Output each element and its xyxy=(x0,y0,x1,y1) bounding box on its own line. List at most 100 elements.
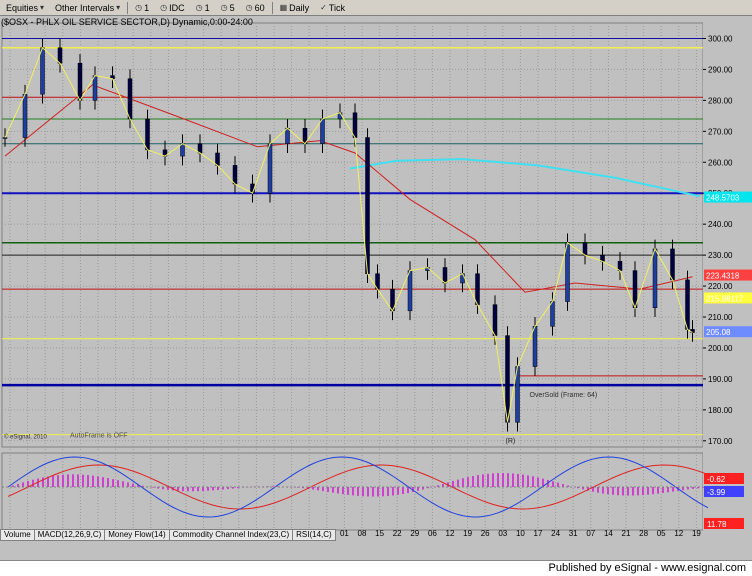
toolbar-item-label: 5 xyxy=(229,2,235,13)
price-tick-label: 260.00 xyxy=(708,158,733,167)
toolbar-separator xyxy=(271,1,273,14)
date-tick-label: 07 xyxy=(586,529,595,538)
toolbar-separator xyxy=(127,1,129,14)
indicator-value-label: 11.78 xyxy=(707,520,727,529)
footer: Published by eSignal - www.esignal.com xyxy=(0,560,752,576)
clock-icon: ◷ xyxy=(245,3,253,12)
price-bar-body xyxy=(22,93,28,138)
price-bar-body xyxy=(320,118,325,144)
toolbar-item-label: Daily xyxy=(289,2,310,13)
study-tab[interactable]: MACD(12,26,9,C) xyxy=(33,529,106,541)
date-tick-label: 08 xyxy=(358,529,367,538)
toolbar-item-label: IDC xyxy=(169,2,185,13)
clock-icon: ◷ xyxy=(220,3,228,12)
price-bar-body xyxy=(492,304,498,336)
toolbar-item-label: 60 xyxy=(254,2,265,13)
chart-title: ($OSX - PHLX OIL SERVICE SECTOR,D) Dynam… xyxy=(1,17,253,27)
price-bar-body xyxy=(40,47,45,95)
price-bar-body xyxy=(670,248,675,281)
toolbar-item-daily[interactable]: ▦ Daily xyxy=(276,0,314,15)
price-chart: 300.00290.00280.00270.00260.00250.00240.… xyxy=(0,17,752,550)
date-tick-label: 05 xyxy=(657,529,666,538)
study-tab[interactable]: Money Flow(14) xyxy=(104,529,170,541)
price-tick-label: 230.00 xyxy=(708,251,733,260)
price-bar-body xyxy=(180,143,185,157)
study-tabs: Volume MACD(12,26,9,C) Money Flow(14) Commo… xyxy=(0,529,336,541)
date-tick-label: 15 xyxy=(375,529,384,538)
toolbar-item-idc[interactable]: ◷ IDC xyxy=(156,0,188,15)
price-value-label: 215.98117 xyxy=(706,294,744,303)
date-tick-label: 29 xyxy=(410,529,419,538)
toolbar-item-label: 1 xyxy=(204,2,210,13)
indicator-value-label: -3.99 xyxy=(707,488,726,497)
price-bar-body xyxy=(2,137,8,139)
price-bar-body xyxy=(532,326,538,367)
price-tick-label: 200.00 xyxy=(708,344,733,353)
date-tick-label: 24 xyxy=(551,529,560,538)
copyright-note: © eSignal, 2010 xyxy=(4,434,47,441)
toolbar-item-label: Other Intervals xyxy=(55,2,115,13)
toolbar-item-tick[interactable]: ✓ Tick xyxy=(316,0,349,15)
toolbar-item-equities[interactable]: Equities ▾ xyxy=(2,0,48,15)
price-bar-body xyxy=(352,112,358,138)
date-tick-label: 06 xyxy=(428,529,437,538)
date-tick-label: 21 xyxy=(622,529,631,538)
price-bar-body xyxy=(145,118,150,151)
price-tick-label: 280.00 xyxy=(708,96,733,105)
date-tick-label: 01 xyxy=(340,529,349,538)
date-tick-label: 10 xyxy=(516,529,525,538)
toolbar-item-label: 1 xyxy=(144,2,150,13)
price-value-label: 223.4318 xyxy=(706,272,740,281)
date-tick-label: 19 xyxy=(463,529,472,538)
price-tick-label: 240.00 xyxy=(708,220,733,229)
price-bar-body xyxy=(460,273,465,284)
price-bar-body xyxy=(197,143,203,154)
price-bar-body xyxy=(77,62,83,101)
price-tick-label: 180.00 xyxy=(708,406,733,415)
date-tick-label: 03 xyxy=(498,529,507,538)
price-bar-body xyxy=(127,78,133,120)
price-bar-body xyxy=(617,261,623,271)
clock-icon: ◷ xyxy=(195,3,203,12)
price-panel xyxy=(1,22,704,448)
toolbar-item-1[interactable]: ◷ 1 xyxy=(192,0,214,15)
price-bar-body xyxy=(57,47,63,64)
date-tick-label: 19 xyxy=(692,529,701,538)
price-tick-label: 190.00 xyxy=(708,375,733,384)
price-bar-body xyxy=(232,165,238,185)
price-bar-body xyxy=(92,75,98,101)
price-tick-label: 270.00 xyxy=(708,127,733,136)
price-tick-label: 220.00 xyxy=(708,282,733,291)
price-bar-body xyxy=(565,242,570,302)
calendar-icon: ▦ xyxy=(279,3,288,12)
date-tick-label: 12 xyxy=(674,529,683,538)
publisher-text: Published by eSignal - www.esignal.com xyxy=(548,562,747,574)
study-tab[interactable]: Volume xyxy=(0,529,35,541)
toolbar-item-1[interactable]: ◷ 1 xyxy=(131,0,153,15)
price-bar-body xyxy=(407,270,413,312)
date-tick-label: 22 xyxy=(393,529,402,538)
price-value-label: 205.08 xyxy=(706,328,731,337)
price-bar-body xyxy=(215,152,220,166)
price-bar-body xyxy=(652,248,658,308)
study-tab[interactable]: Commodity Channel Index(23,C) xyxy=(168,529,294,541)
indicator-value-label: -0.62 xyxy=(707,475,726,484)
price-bar-body xyxy=(582,242,588,256)
price-tick-label: 170.00 xyxy=(708,437,733,446)
toolbar: Equities ▾ Other Intervals ▾ ◷ 1 ◷ IDC ◷ 1 ◷ 5 ◷ 60 ▦ D… xyxy=(0,0,752,16)
toolbar-item-label: Tick xyxy=(328,2,346,13)
toolbar-item-60[interactable]: ◷ 60 xyxy=(242,0,269,15)
price-bar-body xyxy=(267,143,273,194)
study-tab[interactable]: RSI(14,C) xyxy=(292,529,336,541)
chart-area[interactable]: 300.00290.00280.00270.00260.00250.00240.… xyxy=(0,17,752,550)
price-bar-body xyxy=(550,301,555,327)
clock-icon: ◷ xyxy=(135,3,143,12)
price-value-label: 248.5703 xyxy=(706,194,740,203)
dropdown-arrow-icon: ▾ xyxy=(116,3,121,12)
toolbar-item-5[interactable]: ◷ 5 xyxy=(217,0,239,15)
date-tick-label: 26 xyxy=(481,529,490,538)
price-tick-label: 210.00 xyxy=(708,313,733,322)
date-tick-label: 17 xyxy=(534,529,543,538)
toolbar-item-other-intervals[interactable]: Other Intervals ▾ xyxy=(51,0,124,15)
dropdown-arrow-icon: ▾ xyxy=(40,3,45,12)
